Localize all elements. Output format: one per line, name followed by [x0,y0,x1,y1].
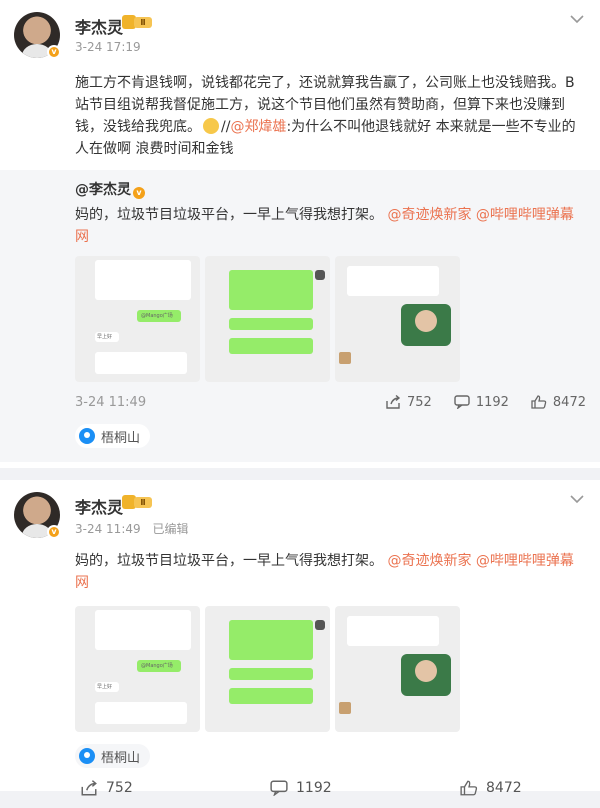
chat-screenshot-2[interactable] [205,606,330,732]
post-meta: 3-24 11:49 已编辑 [75,520,196,537]
chevron-down-icon[interactable] [570,14,584,24]
image-grid: @Mango广场 早上好 [75,256,586,382]
post-time[interactable]: 3-24 11:49 [75,522,141,536]
mention-link[interactable]: @郑煒雄 [230,119,286,135]
comment-icon [454,395,470,409]
comment-icon [270,780,288,796]
repost-share-count[interactable]: 752 [385,395,432,410]
chevron-down-icon[interactable] [570,494,584,504]
thumbs-up-icon [531,395,547,409]
chat-screenshot-2[interactable] [205,256,330,382]
weibo-post-1: v 李杰灵 Ⅱ 3-24 17:19 施工方不肯退钱啊，说钱都花完了，还说就算我… [0,0,600,496]
repost-time[interactable]: 3-24 11:49 [75,395,363,410]
repost-comment-count[interactable]: 1192 [454,395,509,410]
member-crown-icon: Ⅱ [122,14,152,30]
verified-icon: v [133,187,145,199]
author-name[interactable]: 李杰灵 [75,494,123,518]
chat-screenshot-1[interactable]: @Mango广场 早上好 [75,606,200,732]
mention-link[interactable]: @奇迹焕新家 [387,207,471,223]
post-header: v 李杰灵 Ⅱ 3-24 17:19 [0,0,600,59]
hug-emoji-icon [203,118,219,134]
chat-screenshot-3[interactable] [335,256,460,382]
reposted-weibo[interactable]: @李杰灵 v 妈的，垃圾节目垃圾平台，一早上气得我想打架。 @奇迹焕新家 @哔哩哔… [0,170,600,462]
location-pin-icon [79,428,95,444]
weibo-post-2: v 李杰灵 Ⅱ 3-24 11:49 已编辑 妈的，垃圾节目垃圾平台，一早上气得… [0,480,600,796]
post-header: v 李杰灵 Ⅱ 3-24 11:49 已编辑 [0,480,600,539]
repost-author[interactable]: @李杰灵 v [75,180,586,200]
share-button[interactable]: 752 [80,780,270,796]
chat-screenshot-3[interactable] [335,606,460,732]
like-button[interactable]: 8472 [460,780,522,796]
author-name[interactable]: 李杰灵 [75,14,123,38]
repost-stats: 3-24 11:49 752 1192 8472 [75,392,586,412]
verified-icon: v [47,45,61,59]
location-tag[interactable]: 梧桐山 [75,424,151,448]
location-tag[interactable]: 梧桐山 [75,744,151,768]
thumbs-up-icon [460,780,478,796]
chat-screenshot-1[interactable]: @Mango广场 早上好 [75,256,200,382]
repost-text: 妈的，垃圾节目垃圾平台，一早上气得我想打架。 @奇迹焕新家 @哔哩哔哩弹幕网 [75,207,574,245]
verified-icon: v [47,525,61,539]
repost-like-count[interactable]: 8472 [531,395,586,410]
mention-link[interactable]: @奇迹焕新家 [387,553,471,569]
location-pin-icon [79,748,95,764]
share-icon [386,395,401,409]
post-time[interactable]: 3-24 17:19 [75,40,141,54]
edited-label[interactable]: 已编辑 [152,522,188,536]
comment-button[interactable]: 1192 [270,780,460,796]
post-meta: 3-24 17:19 [75,40,149,54]
image-grid: @Mango广场 早上好 [0,606,600,732]
post-body: 施工方不肯退钱啊，说钱都花完了，还说就算我告赢了，公司账上也没钱赔我。B站节目组… [75,75,576,157]
member-crown-icon: Ⅱ [122,494,152,510]
post-actions: 752 1192 8472 [0,768,600,808]
share-icon [81,780,97,796]
post-body: 妈的，垃圾节目垃圾平台，一早上气得我想打架。 @奇迹焕新家 @哔哩哔哩弹幕网 [75,553,574,591]
